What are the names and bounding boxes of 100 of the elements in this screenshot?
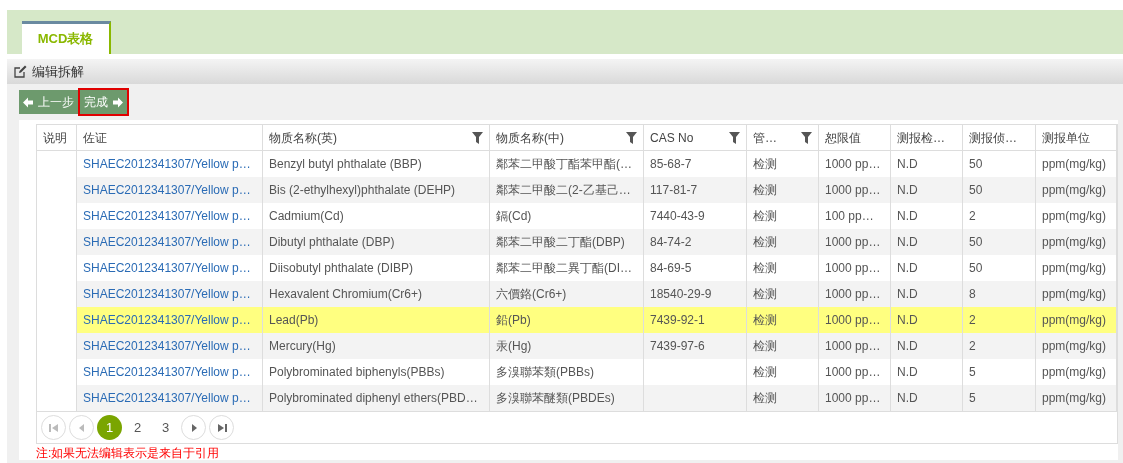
report-link[interactable]: SHAEC2012341307/Yellow p… — [83, 207, 251, 225]
table-cell-text: 六價鉻(Cr6+) — [496, 286, 567, 303]
table-cell-text: 1000 pp… — [825, 182, 881, 199]
table-cell-text: N.D — [897, 390, 918, 407]
table-cell-text: 50 — [969, 234, 983, 251]
table-cell-text: 5 — [969, 364, 976, 381]
table-row[interactable]: SHAEC2012341307/Yellow p… Dibutyl phthalate (DBP) 鄰苯二甲酸二丁酯(DBP) 84-74-2 检测 1000 pp… N.D 50 ppm(mg/kg) — [37, 229, 1117, 255]
footnote: 注:如果无法编辑表示是来自于引用 — [36, 445, 221, 460]
table-cell-text: Dibutyl phthalate (DBP) — [269, 234, 395, 251]
column-header[interactable]: 恕限值 — [819, 125, 891, 150]
table-cell-text: N.D — [897, 312, 918, 329]
column-header[interactable]: 佐证 — [77, 125, 263, 150]
filter-icon[interactable] — [801, 131, 812, 144]
table-cell-text: Diisobutyl phthalate (DIBP) — [269, 260, 414, 277]
table-cell-text: 84-74-2 — [650, 234, 692, 251]
table-cell-text: 2 — [969, 208, 976, 225]
table-cell-text: N.D — [897, 208, 918, 225]
report-link[interactable]: SHAEC2012341307/Yellow p… — [83, 285, 251, 303]
table-cell-text: N.D — [897, 182, 918, 199]
table-cell-text: 检测 — [753, 390, 777, 407]
last-page-button[interactable] — [209, 415, 234, 440]
table-cell-text: 7439-97-6 — [650, 338, 705, 355]
page-button[interactable]: 3 — [153, 415, 178, 440]
table-cell-text: Lead(Pb) — [269, 312, 319, 329]
page-button[interactable]: 2 — [125, 415, 150, 440]
table-cell-text: 2 — [969, 338, 976, 355]
column-header[interactable]: 说明 — [37, 125, 77, 150]
table-cell-text: Polybrominated diphenyl ethers(PBD… — [269, 390, 478, 407]
table-cell-text: 7440-43-9 — [650, 208, 705, 225]
table-cell-text: 检测 — [753, 260, 777, 277]
column-header[interactable]: 测报侦… — [963, 125, 1036, 150]
table-cell-text: 检测 — [753, 208, 777, 225]
right-arrow-icon — [113, 96, 123, 108]
skip-end-icon — [215, 421, 228, 434]
table-cell-text: ppm(mg/kg) — [1042, 156, 1106, 173]
table-cell-text: 鎘(Cd) — [496, 208, 532, 225]
table-cell-text: 1000 pp… — [825, 390, 881, 407]
table-cell-text: ppm(mg/kg) — [1042, 260, 1106, 277]
table-row[interactable]: SHAEC2012341307/Yellow p… Bis (2-ethylhexyl)phthalate (DEHP) 鄰苯二甲酸二(2-乙基己… 117-81-7 检测 1000 pp… N.D 50 ppm(mg/kg) — [37, 177, 1117, 203]
report-link[interactable]: SHAEC2012341307/Yellow p… — [83, 233, 251, 251]
table-cell-text: 1000 pp… — [825, 338, 881, 355]
table-cell-text: 检测 — [753, 338, 777, 355]
table-cell-text: 5 — [969, 390, 976, 407]
table-cell-text: ppm(mg/kg) — [1042, 364, 1106, 381]
table-cell-text: ppm(mg/kg) — [1042, 208, 1106, 225]
table-cell-text: 鄰苯二甲酸二丁酯(DBP) — [496, 234, 625, 251]
table-row[interactable]: SHAEC2012341307/Yellow p… Mercury(Hg) 汞(Hg) 7439-97-6 检测 1000 pp… N.D 2 ppm(mg/kg) — [37, 333, 1117, 359]
left-arrow-icon — [23, 96, 33, 108]
column-header[interactable]: 物质名称(中) — [490, 125, 644, 150]
filter-icon[interactable] — [472, 131, 483, 144]
table-cell-text: 50 — [969, 260, 983, 277]
table-cell-text: 检测 — [753, 182, 777, 199]
table-row[interactable]: SHAEC2012341307/Yellow p… Hexavalent Chromium(Cr6+) 六價鉻(Cr6+) 18540-29-9 检测 1000 pp… N.D 8 ppm(mg/kg) — [37, 281, 1117, 307]
table-cell-text: Cadmium(Cd) — [269, 208, 344, 225]
column-header[interactable]: 管… — [747, 125, 819, 150]
filter-icon[interactable] — [729, 131, 740, 144]
table-cell-text: Mercury(Hg) — [269, 338, 336, 355]
column-header[interactable]: 物质名称(英) — [263, 125, 490, 150]
table-cell-text: 84-69-5 — [650, 260, 692, 277]
table-cell-text: 1000 pp… — [825, 286, 881, 303]
table-cell-text: ppm(mg/kg) — [1042, 390, 1106, 407]
table-cell-text: 50 — [969, 182, 983, 199]
table-row[interactable]: SHAEC2012341307/Yellow p… Polybrominated diphenyl ethers(PBD… 多溴聯苯醚類(PBDEs) 检测 1000 pp… N.D 5 ppm(mg/kg) — [37, 385, 1117, 411]
report-link[interactable]: SHAEC2012341307/Yellow p… — [83, 363, 251, 381]
table-cell-text: 鉛(Pb) — [496, 312, 531, 329]
table-cell-text: 检测 — [753, 286, 777, 303]
table-row[interactable]: SHAEC2012341307/Yellow p… Lead(Pb) 鉛(Pb) 7439-92-1 检测 1000 pp… N.D 2 ppm(mg/kg) — [37, 307, 1117, 333]
report-link[interactable]: SHAEC2012341307/Yellow p… — [83, 259, 251, 277]
panel-title: 编辑拆解 — [32, 62, 84, 81]
table-cell-text: 检测 — [753, 364, 777, 381]
table-cell-text: N.D — [897, 260, 918, 277]
table-cell-text: 2 — [969, 312, 976, 329]
table-cell-text: Hexavalent Chromium(Cr6+) — [269, 286, 423, 303]
next-page-button[interactable] — [181, 415, 206, 440]
column-header[interactable]: 测报检… — [891, 125, 963, 150]
table-cell-text: N.D — [897, 364, 918, 381]
table-cell-text: 100 pp… — [825, 208, 874, 225]
filter-icon[interactable] — [626, 131, 637, 144]
table-cell-text: ppm(mg/kg) — [1042, 182, 1106, 199]
table-cell-text: ppm(mg/kg) — [1042, 286, 1106, 303]
table-cell-text: 检测 — [753, 234, 777, 251]
table-cell-text: 汞(Hg) — [496, 338, 532, 355]
table-cell-text: 1000 pp… — [825, 234, 881, 251]
report-link[interactable]: SHAEC2012341307/Yellow p… — [83, 311, 251, 329]
table-cell-text: 7439-92-1 — [650, 312, 705, 329]
table-cell-text: 8 — [969, 286, 976, 303]
column-header[interactable]: 测报单位 — [1036, 125, 1117, 150]
table-cell-text: 1000 pp… — [825, 260, 881, 277]
table-cell-text: 检测 — [753, 156, 777, 173]
table-cell-text: N.D — [897, 286, 918, 303]
table-cell-text: ppm(mg/kg) — [1042, 338, 1106, 355]
edit-icon — [14, 65, 27, 78]
column-header[interactable]: CAS No — [644, 125, 747, 150]
report-link[interactable]: SHAEC2012341307/Yellow p… — [83, 155, 251, 173]
table-cell-text: 鄰苯二甲酸丁酯苯甲酯(… — [496, 156, 632, 173]
report-link[interactable]: SHAEC2012341307/Yellow p… — [83, 389, 251, 407]
table-cell-text: 多溴聯苯醚類(PBDEs) — [496, 390, 615, 407]
report-link[interactable]: SHAEC2012341307/Yellow p… — [83, 181, 251, 199]
table-cell-text: 1000 pp… — [825, 312, 881, 329]
report-link[interactable]: SHAEC2012341307/Yellow p… — [83, 337, 251, 355]
